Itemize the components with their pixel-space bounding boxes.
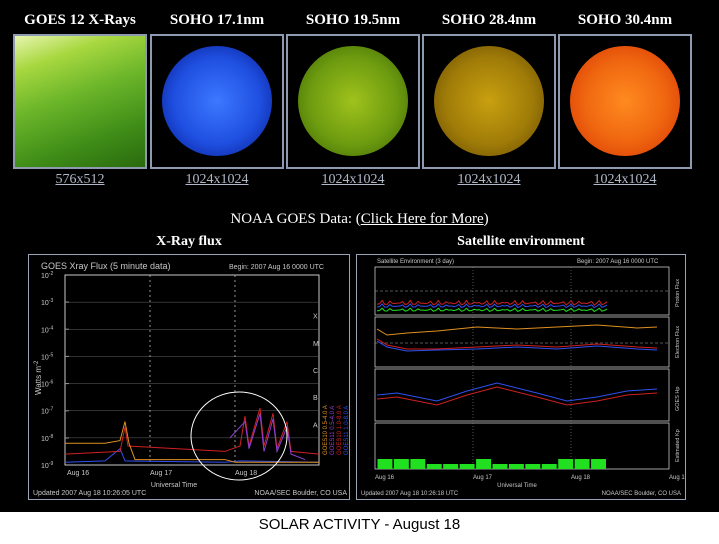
xray-tick-label: 10-9 — [41, 461, 53, 470]
env-source-label: NOAA/SEC Boulder, CO USA — [602, 491, 681, 497]
kp-bar — [492, 464, 508, 469]
env-day-label: Aug 16 — [375, 475, 395, 481]
environment-heading: Satellite environment — [457, 234, 585, 249]
xray-day-label: Aug 17 — [150, 470, 172, 477]
sun-disk — [434, 46, 544, 156]
env-plot-title: Satellite Environment (3 day) — [377, 259, 454, 265]
proton-line-blue — [376, 303, 608, 309]
hp-line-red — [376, 386, 658, 406]
xray-begin-label: Begin: 2007 Aug 16 0000 UTC — [229, 264, 324, 271]
resolution-link-red[interactable]: 1024x1024 — [557, 172, 693, 188]
thumb-image-yellow[interactable] — [422, 34, 556, 169]
xray-day-label: Aug 16 — [67, 470, 89, 477]
kp-bar — [476, 459, 491, 469]
xray-xlabel: Universal Time — [151, 482, 197, 489]
xray-flux-chart: GOES Xray Flux (5 minute data) Begin: 20… — [33, 261, 350, 497]
env-panel-label: Estimated Kp — [675, 429, 681, 462]
xray-short-band-line — [64, 447, 320, 463]
env-begin-label: Begin: 2007 Aug 16 0000 UTC — [577, 259, 659, 265]
xray-class-letter: A — [313, 422, 318, 429]
thumb-image-goes[interactable] — [13, 34, 147, 169]
env-panel-label: Electron Flux — [675, 326, 681, 358]
kp-bar — [459, 464, 475, 469]
xray-class-letter: M — [313, 341, 319, 348]
thumb-image-red[interactable] — [558, 34, 692, 169]
thumb-title-goes: GOES 12 X-Rays — [24, 12, 136, 28]
resolution-link-yellow[interactable]: 1024x1024 — [421, 172, 557, 188]
thumb-image-green[interactable] — [286, 34, 420, 169]
xray-flux-plot[interactable]: GOES Xray Flux (5 minute data) Begin: 20… — [28, 254, 350, 500]
resolution-link-blue[interactable]: 1024x1024 — [149, 172, 285, 188]
xray-plot-title: GOES Xray Flux (5 minute data) — [41, 261, 171, 271]
xray-tick-label: 10-3 — [41, 298, 53, 307]
thumb-title-red: SOHO 30.4nm — [577, 12, 673, 28]
noaa-goes-line: NOAA GOES Data: (Click Here for More) — [230, 211, 489, 227]
proton-line-green — [376, 307, 608, 313]
env-updated-label: Updated 2007 Aug 18 10:26:18 UTC — [361, 491, 459, 497]
xray-tick-label: 10-5 — [41, 352, 53, 361]
resolution-link-goes[interactable]: 576x512 — [12, 172, 148, 188]
sun-disk — [298, 46, 408, 156]
kp-bar — [410, 459, 426, 469]
xray-tick-label: 10-7 — [41, 407, 53, 416]
kp-bar — [393, 459, 409, 469]
xray-tick-label: 10-2 — [41, 271, 53, 280]
env-day-label: Aug 19 — [669, 475, 685, 481]
xray-series-label: GOES11 0.5-4.0 A — [330, 406, 336, 455]
kp-bar — [591, 459, 606, 469]
kp-bar — [541, 464, 557, 469]
xray-heading: X-Ray flux — [156, 234, 222, 249]
env-panel-label: Proton Flux — [675, 279, 681, 307]
kp-bar — [525, 464, 541, 469]
xray-tick-label: 10-8 — [41, 434, 53, 443]
solar-panel: GOES 12 X-Rays 576x512 SOHO 17.1nm 1024x102… — [0, 0, 719, 512]
kp-bar — [443, 464, 459, 469]
satellite-environment-plot[interactable]: Satellite Environment (3 day) Begin: 200… — [356, 254, 689, 500]
env-day-label: Aug 18 — [571, 475, 591, 481]
satellite-environment-chart: Satellite Environment (3 day) Begin: 200… — [361, 259, 689, 497]
xray-series-label: GOES11 1.0-8.0 A — [344, 406, 349, 455]
sun-disk — [162, 46, 272, 156]
xray-ylabel: Watts m-2 — [34, 360, 43, 395]
kp-bar — [426, 464, 442, 469]
electron-line-orange — [376, 324, 658, 336]
xray-plot-frame — [64, 274, 320, 466]
thumb-title-blue: SOHO 17.1nm — [169, 12, 265, 28]
xray-class-letter: X — [313, 314, 318, 321]
env-panel-label: GOES Hp — [675, 387, 681, 411]
kp-bar — [558, 459, 574, 469]
xray-series-label: GOES10 1.0-8.0 A — [337, 405, 343, 455]
thumb-title-green: SOHO 19.5nm — [305, 12, 401, 28]
xray-tick-label: 10-4 — [41, 325, 53, 334]
proton-line-red — [376, 299, 608, 306]
xray-class-letter: B — [313, 395, 318, 402]
xray-source-label: NOAA/SEC Boulder, CO USA — [254, 490, 347, 497]
thumb-title-yellow: SOHO 28.4nm — [441, 12, 537, 28]
sun-disk — [570, 46, 680, 156]
xray-class-letter: C — [313, 368, 318, 375]
noaa-label: NOAA GOES Data: ( — [230, 211, 361, 227]
env-day-label: Aug 17 — [473, 475, 493, 481]
xray-day-label: Aug 18 — [235, 470, 257, 477]
kp-bar — [574, 459, 590, 469]
thumb-image-blue[interactable] — [150, 34, 284, 169]
page-caption: SOLAR ACTIVITY - August 18 — [258, 516, 461, 533]
kp-bar — [508, 464, 524, 469]
flare-highlight-circle — [190, 391, 288, 481]
env-xlabel: Universal Time — [497, 483, 537, 489]
click-here-link[interactable]: Click Here for More — [361, 211, 484, 227]
xray-series-label: GOES10 0.5-4.0 A — [323, 405, 329, 455]
kp-bar — [377, 459, 393, 469]
xray-updated-label: Updated 2007 Aug 18 10:26:05 UTC — [33, 490, 146, 497]
env-panel-frame — [374, 316, 670, 368]
resolution-link-green[interactable]: 1024x1024 — [285, 172, 421, 188]
